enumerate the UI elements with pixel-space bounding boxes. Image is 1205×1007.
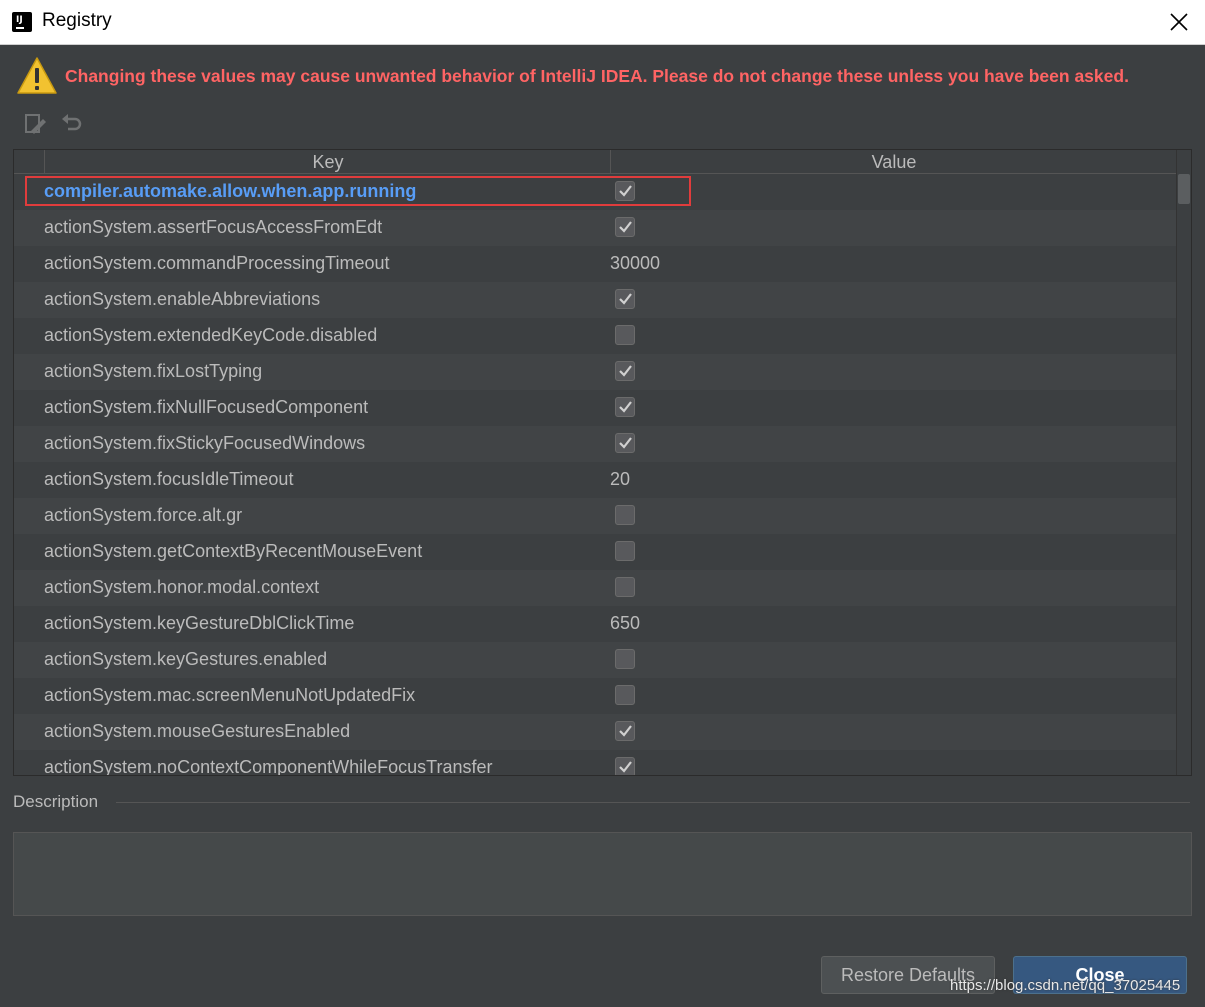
value-checkbox-checked[interactable] [615,217,635,237]
table-body: compiler.automake.allow.when.app.running… [14,174,1177,776]
table-row[interactable]: actionSystem.enableAbbreviations [14,282,1177,318]
row-value[interactable]: 20 [610,469,630,490]
warning-icon [16,56,58,96]
value-checkbox-checked[interactable] [615,361,635,381]
vertical-scrollbar[interactable] [1176,150,1191,775]
table-row[interactable]: actionSystem.fixLostTyping [14,354,1177,390]
row-key: actionSystem.focusIdleTimeout [44,469,294,489]
value-checkbox[interactable] [615,577,635,597]
description-label: Description [13,792,99,811]
edit-icon[interactable] [24,112,48,136]
title-bar: IJ Registry [0,0,1205,45]
description-box [13,832,1192,916]
column-header-key[interactable]: Key [44,150,611,173]
row-key: actionSystem.honor.modal.context [44,577,320,597]
table-row[interactable]: actionSystem.noContextComponentWhileFocu… [14,750,1177,776]
row-value[interactable]: 650 [610,613,640,634]
warning-message: Changing these values may cause unwanted… [65,66,1129,86]
row-key: actionSystem.commandProcessingTimeout [44,253,390,273]
table-row[interactable]: actionSystem.fixStickyFocusedWindows [14,426,1177,462]
close-icon[interactable] [1163,6,1195,38]
row-key: actionSystem.keyGestureDblClickTime [44,613,355,633]
window-title: Registry [42,10,112,31]
table-row[interactable]: actionSystem.extendedKeyCode.disabled [14,318,1177,354]
table-row[interactable]: actionSystem.getContextByRecentMouseEven… [14,534,1177,570]
table-row[interactable]: actionSystem.mac.screenMenuNotUpdatedFix [14,678,1177,714]
row-key: actionSystem.fixStickyFocusedWindows [44,433,366,453]
table-row[interactable]: actionSystem.commandProcessingTimeout 300… [14,246,1177,282]
row-key: actionSystem.mouseGesturesEnabled [44,721,351,741]
value-checkbox-checked[interactable] [615,397,635,417]
revert-icon[interactable] [60,112,84,136]
value-checkbox[interactable] [615,685,635,705]
registry-table[interactable]: Key Value compiler.automake.allow.when.a… [13,149,1192,776]
value-checkbox[interactable] [615,541,635,561]
intellij-idea-icon: IJ [12,12,32,32]
table-row[interactable]: actionSystem.focusIdleTimeout 20 [14,462,1177,498]
table-row[interactable]: actionSystem.mouseGesturesEnabled [14,714,1177,750]
row-key: actionSystem.noContextComponentWhileFocu… [44,757,493,776]
row-key: actionSystem.force.alt.gr [44,505,243,525]
table-row[interactable]: compiler.automake.allow.when.app.running [14,174,1177,210]
table-row[interactable]: actionSystem.honor.modal.context [14,570,1177,606]
value-checkbox[interactable] [615,505,635,525]
value-checkbox[interactable] [615,325,635,345]
row-key: actionSystem.getContextByRecentMouseEven… [44,541,423,561]
row-key: actionSystem.extendedKeyCode.disabled [44,325,378,345]
column-header-value[interactable]: Value [610,150,1177,173]
value-checkbox-checked[interactable] [615,757,635,775]
value-checkbox-checked[interactable] [615,289,635,309]
highlight-box [25,176,691,206]
row-key: actionSystem.mac.screenMenuNotUpdatedFix [44,685,416,705]
row-key: actionSystem.fixLostTyping [44,361,263,381]
row-value[interactable]: 30000 [610,253,660,274]
value-checkbox-checked[interactable] [615,433,635,453]
table-row[interactable]: actionSystem.keyGestures.enabled [14,642,1177,678]
table-row[interactable]: actionSystem.fixNullFocusedComponent [14,390,1177,426]
description-divider [116,802,1190,803]
table-header: Key Value [14,150,1177,174]
watermark: https://blog.csdn.net/qq_37025445 [950,977,1181,994]
row-key: actionSystem.keyGestures.enabled [44,649,328,669]
scrollbar-thumb[interactable] [1178,174,1190,204]
row-key: actionSystem.fixNullFocusedComponent [44,397,369,417]
table-row[interactable]: actionSystem.force.alt.gr [14,498,1177,534]
row-key: actionSystem.assertFocusAccessFromEdt [44,217,383,237]
row-key: actionSystem.enableAbbreviations [44,289,321,309]
table-row[interactable]: actionSystem.keyGestureDblClickTime 650 [14,606,1177,642]
table-row[interactable]: actionSystem.assertFocusAccessFromEdt [14,210,1177,246]
value-checkbox-checked[interactable] [615,721,635,741]
value-checkbox[interactable] [615,649,635,669]
